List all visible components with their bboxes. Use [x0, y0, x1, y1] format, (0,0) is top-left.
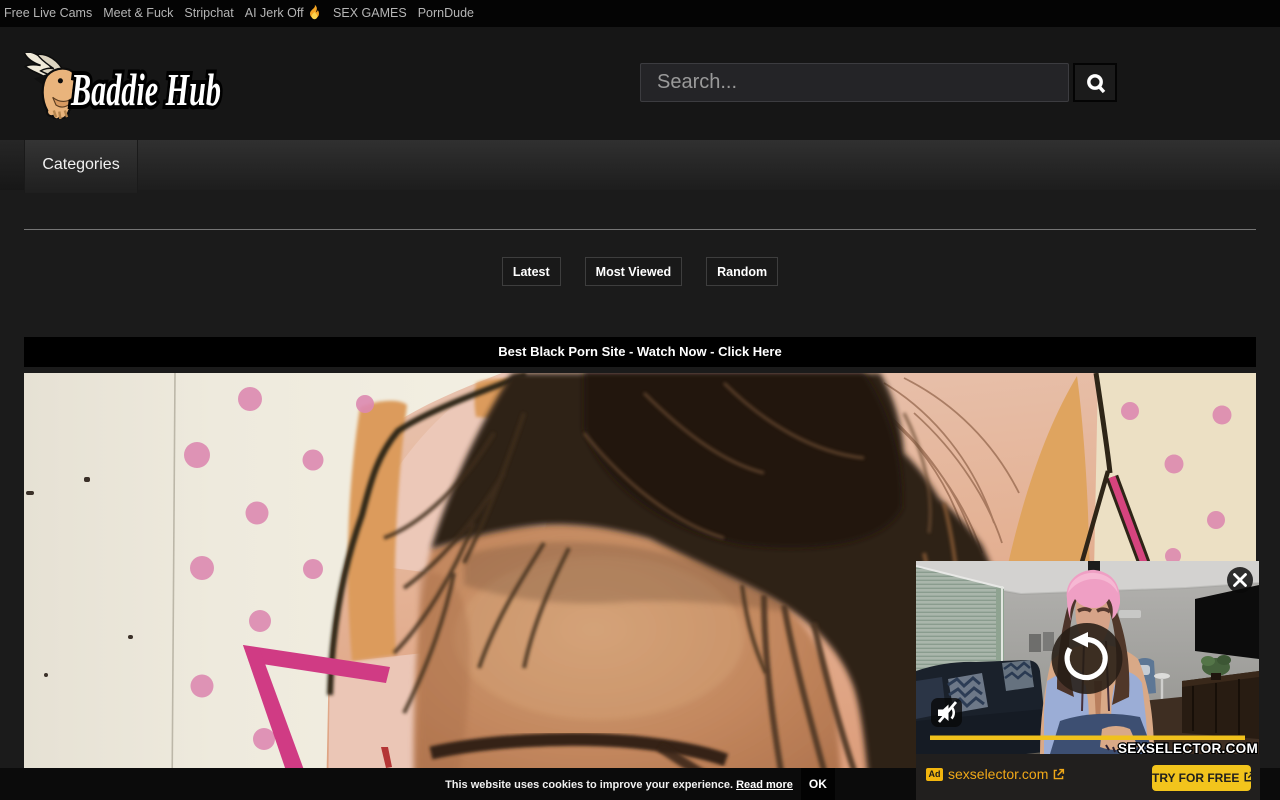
svg-text:Baddie Hub: Baddie Hub — [70, 64, 221, 115]
svg-text:SEXSELECTOR.COM: SEXSELECTOR.COM — [1118, 741, 1258, 754]
